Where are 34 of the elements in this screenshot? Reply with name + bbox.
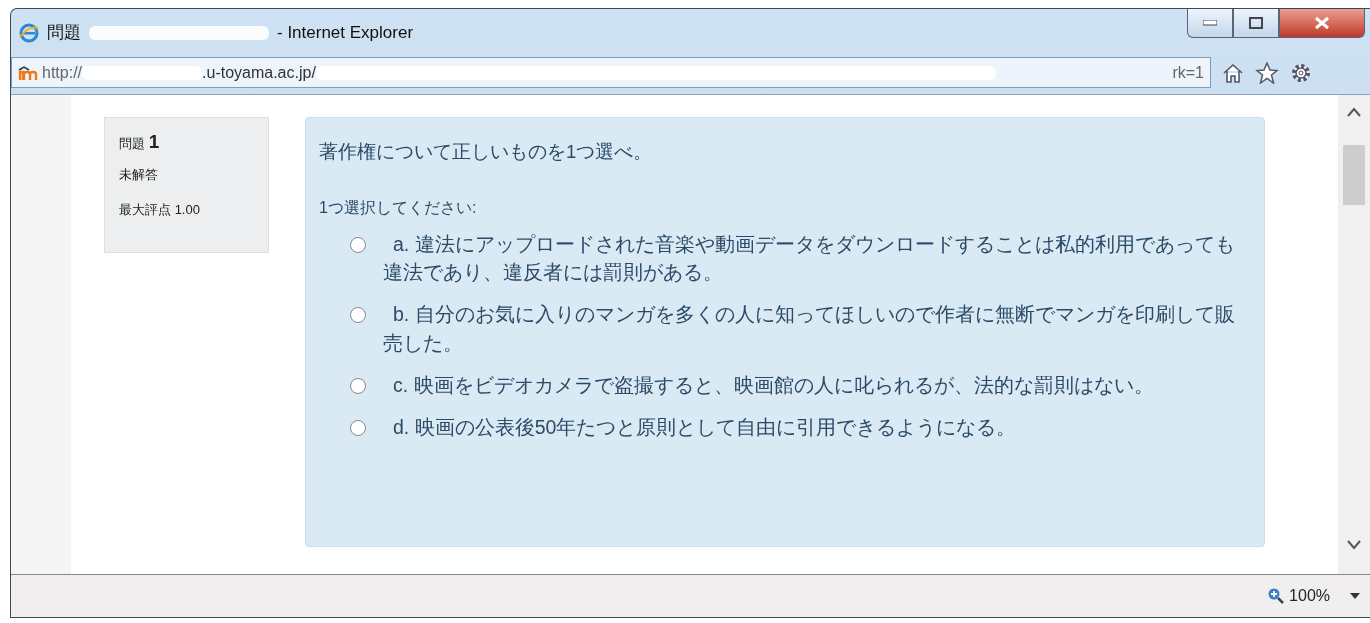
maximize-button[interactable] (1233, 9, 1279, 38)
option-text: d. 映画の公表後50年たつと原則として自由に引用できるようになる。 (393, 416, 1017, 439)
scrollbar-thumb[interactable] (1343, 145, 1365, 205)
scroll-down-icon[interactable] (1347, 540, 1361, 550)
site-favicon-icon (18, 64, 38, 81)
question-label: 問題 (119, 136, 145, 151)
question-text: 著作権について正しいものを1つ選べ。 (319, 140, 654, 164)
zoom-control[interactable]: 100% (1267, 584, 1330, 608)
maximize-icon (1249, 17, 1263, 29)
window-title: 問題 (47, 22, 81, 45)
scroll-up-icon[interactable] (1347, 107, 1361, 117)
close-icon (1314, 16, 1330, 30)
max-grade-value: 1.00 (174, 202, 200, 217)
option-text: a. 違法にアップロードされた音楽や動画データをダウンロードすることは私的利用であっても違法であり、違反者には罰則がある。 (383, 232, 1235, 283)
option-text: b. 自分のお気に入りのマンガを多くの人に知ってほしいので作者に無断でマンガを印刷して販売した。 (383, 303, 1235, 354)
option-text: c. 映画をビデオカメラで盗撮すると、映画館の人に叱られるが、法的な罰則はない。 (393, 373, 1154, 396)
answer-status: 未解答 (119, 165, 159, 184)
star-icon[interactable] (1255, 61, 1279, 84)
radio-button[interactable] (350, 307, 366, 324)
minimize-icon (1203, 20, 1217, 26)
answer-prompt: 1つ選択してください: (319, 197, 478, 218)
window-title: - Internet Explorer (277, 22, 414, 45)
browser-logo-icon (19, 23, 39, 43)
dropdown-caret-icon[interactable] (1350, 593, 1360, 599)
zoom-in-icon (1267, 587, 1286, 605)
minimize-button[interactable] (1187, 9, 1233, 38)
radio-button[interactable] (350, 420, 366, 437)
radio-button[interactable] (350, 377, 366, 394)
close-button[interactable] (1279, 9, 1365, 38)
question-number: 1 (148, 131, 160, 152)
radio-button[interactable] (350, 236, 366, 253)
max-grade-label: 最大評点 (119, 202, 171, 217)
home-icon[interactable] (1221, 61, 1245, 84)
address-field[interactable]: http:// .u-toyama.ac.jp/ rk=1 (11, 57, 1211, 88)
